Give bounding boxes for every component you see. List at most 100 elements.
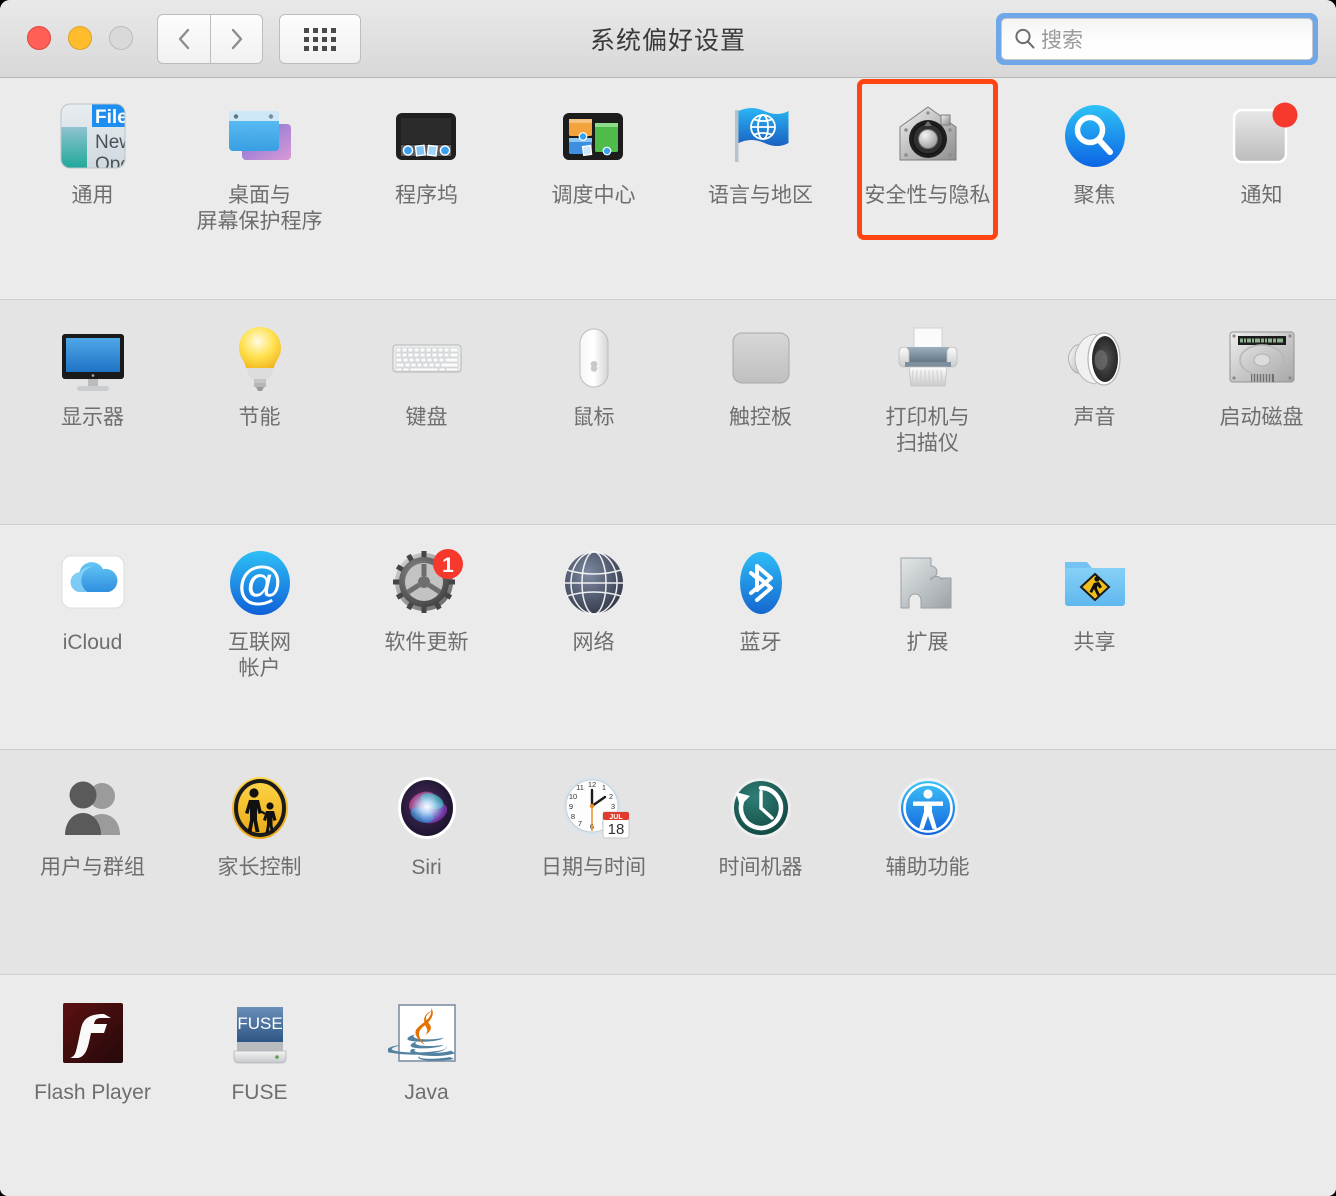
pref-pane-language-region[interactable]: 语言与地区 bbox=[677, 78, 844, 234]
pref-pane-fuse[interactable]: FUSE FUSE bbox=[176, 975, 343, 1106]
pref-pane-icloud[interactable]: iCloud bbox=[9, 525, 176, 681]
pref-pane-label: 语言与地区 bbox=[708, 183, 813, 209]
pref-pane-label: 打印机与 扫描仪 bbox=[886, 405, 970, 456]
pref-pane-siri[interactable]: Siri bbox=[343, 750, 510, 881]
pref-pane-extensions[interactable]: 扩展 bbox=[844, 525, 1011, 681]
pref-pane-label: 时间机器 bbox=[719, 855, 803, 881]
svg-text:12: 12 bbox=[587, 780, 595, 789]
pref-pane-parental-controls[interactable]: 家长控制 bbox=[176, 750, 343, 881]
row-hardware: 显示器 节能 bbox=[0, 300, 1336, 525]
pref-pane-sharing[interactable]: 共享 bbox=[1011, 525, 1178, 681]
search-icon bbox=[1012, 26, 1038, 52]
pref-pane-desktop-screensaver[interactable]: 桌面与 屏幕保护程序 bbox=[176, 78, 343, 234]
row-other: Flash Player bbox=[0, 975, 1336, 1196]
fuse-label: FUSE bbox=[237, 1014, 282, 1033]
pref-pane-label: Siri bbox=[411, 855, 441, 881]
pref-pane-time-machine[interactable]: 时间机器 bbox=[677, 750, 844, 881]
pref-pane-dock[interactable]: 程序坞 bbox=[343, 78, 510, 234]
svg-text:3: 3 bbox=[610, 802, 614, 811]
pref-pane-keyboard[interactable]: 键盘 bbox=[343, 300, 510, 456]
java-icon bbox=[387, 993, 467, 1073]
back-button[interactable] bbox=[157, 14, 210, 64]
preferences-grid: File New Ope 通用 bbox=[0, 78, 1336, 1196]
pref-pane-security-privacy[interactable]: 安全性与隐私 bbox=[844, 78, 1011, 234]
language-region-icon bbox=[721, 96, 801, 176]
desktop-screensaver-icon bbox=[220, 96, 300, 176]
pref-pane-software-update[interactable]: 1 软件更新 bbox=[343, 525, 510, 681]
pref-pane-label: 扩展 bbox=[907, 630, 949, 656]
svg-text:8: 8 bbox=[570, 812, 574, 821]
show-all-button[interactable] bbox=[279, 14, 361, 64]
pref-pane-label: 显示器 bbox=[61, 405, 124, 431]
forward-button[interactable] bbox=[210, 14, 263, 64]
pref-pane-label: 程序坞 bbox=[395, 183, 458, 209]
pref-pane-label: 互联网 帐户 bbox=[228, 630, 291, 681]
pref-pane-label: 用户与群组 bbox=[40, 855, 145, 881]
pref-pane-sound[interactable]: 声音 bbox=[1011, 300, 1178, 456]
minimize-button[interactable] bbox=[68, 26, 92, 50]
printers-scanners-icon bbox=[888, 318, 968, 398]
svg-text:7: 7 bbox=[577, 819, 581, 828]
software-update-icon: 1 bbox=[387, 543, 467, 623]
pref-pane-label: 聚焦 bbox=[1074, 183, 1116, 209]
close-button[interactable] bbox=[27, 26, 51, 50]
pref-pane-energy-saver[interactable]: 节能 bbox=[176, 300, 343, 456]
svg-text:1: 1 bbox=[601, 783, 605, 792]
calendar-day-label: 18 bbox=[607, 821, 624, 838]
pref-pane-java[interactable]: Java bbox=[343, 975, 510, 1106]
dock-icon bbox=[387, 96, 467, 176]
traffic-light-controls bbox=[27, 26, 133, 50]
pref-pane-printers-scanners[interactable]: 打印机与 扫描仪 bbox=[844, 300, 1011, 456]
pref-pane-label: 网络 bbox=[573, 630, 615, 656]
svg-text:2: 2 bbox=[608, 792, 612, 801]
pref-pane-mission-control[interactable]: 调度中心 bbox=[510, 78, 677, 234]
flash-player-icon bbox=[53, 993, 133, 1073]
pref-pane-users-groups[interactable]: 用户与群组 bbox=[9, 750, 176, 881]
svg-text:Ope: Ope bbox=[95, 154, 131, 175]
pref-pane-label: 通知 bbox=[1241, 183, 1283, 209]
keyboard-icon bbox=[387, 318, 467, 398]
pref-pane-accessibility[interactable]: 辅助功能 bbox=[844, 750, 1011, 881]
svg-text:New: New bbox=[95, 132, 132, 153]
pref-pane-startup-disk[interactable]: 启动磁盘 bbox=[1178, 300, 1336, 456]
internet-accounts-icon: @ bbox=[220, 543, 300, 623]
pref-pane-label: 节能 bbox=[239, 405, 281, 431]
spotlight-icon bbox=[1055, 96, 1135, 176]
svg-text:@: @ bbox=[236, 557, 283, 609]
pref-pane-label: 鼠标 bbox=[573, 405, 615, 431]
pref-pane-notifications[interactable]: 通知 bbox=[1178, 78, 1336, 234]
pref-pane-network[interactable]: 网络 bbox=[510, 525, 677, 681]
zoom-button[interactable] bbox=[109, 26, 133, 50]
system-preferences-window: 系统偏好设置 搜索 bbox=[0, 0, 1336, 1196]
row-system: 用户与群组 bbox=[0, 750, 1336, 975]
pref-pane-mouse[interactable]: 鼠标 bbox=[510, 300, 677, 456]
pref-pane-label: FUSE bbox=[231, 1080, 287, 1106]
time-machine-icon bbox=[721, 768, 801, 848]
pref-pane-trackpad[interactable]: 触控板 bbox=[677, 300, 844, 456]
mouse-icon bbox=[554, 318, 634, 398]
accessibility-icon bbox=[888, 768, 968, 848]
pref-pane-label: 触控板 bbox=[729, 405, 792, 431]
pref-pane-flash-player[interactable]: Flash Player bbox=[9, 975, 176, 1106]
pref-pane-label: 日期与时间 bbox=[541, 855, 646, 881]
notifications-icon bbox=[1222, 96, 1302, 176]
icloud-icon bbox=[53, 543, 133, 623]
startup-disk-icon bbox=[1222, 318, 1302, 398]
general-icon: File New Ope bbox=[53, 96, 133, 176]
pref-pane-general[interactable]: File New Ope 通用 bbox=[9, 78, 176, 234]
trackpad-icon bbox=[721, 318, 801, 398]
svg-text:11: 11 bbox=[576, 783, 584, 792]
pref-pane-label: iCloud bbox=[63, 630, 123, 656]
pref-pane-displays[interactable]: 显示器 bbox=[9, 300, 176, 456]
security-privacy-icon bbox=[888, 96, 968, 176]
pref-pane-date-time[interactable]: 1212 345 678 91011 bbox=[510, 750, 677, 881]
pref-pane-internet-accounts[interactable]: @ 互联网 帐户 bbox=[176, 525, 343, 681]
search-input[interactable]: 搜索 bbox=[1001, 18, 1313, 60]
pref-pane-spotlight[interactable]: 聚焦 bbox=[1011, 78, 1178, 234]
extensions-icon bbox=[888, 543, 968, 623]
pref-pane-label: 键盘 bbox=[406, 405, 448, 431]
pref-pane-label: Java bbox=[404, 1080, 448, 1106]
chevron-left-icon bbox=[176, 26, 192, 52]
pref-pane-bluetooth[interactable]: 蓝牙 bbox=[677, 525, 844, 681]
pref-pane-label: 共享 bbox=[1074, 630, 1116, 656]
